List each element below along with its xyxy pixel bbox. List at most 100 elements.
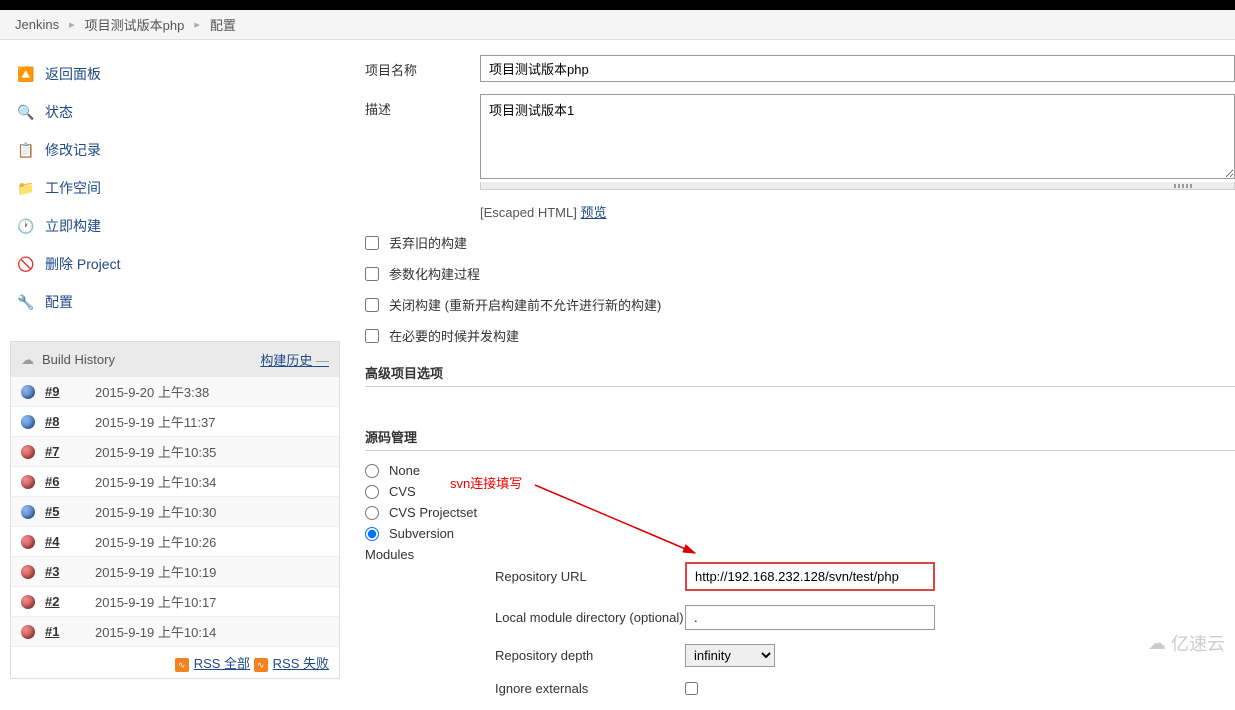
status-ball-icon <box>21 475 35 489</box>
build-history-row[interactable]: #2 2015-9-19 上午10:17 <box>11 587 339 617</box>
build-history-row[interactable]: #6 2015-9-19 上午10:34 <box>11 467 339 497</box>
sidebar-item-label: 修改记录 <box>45 140 101 160</box>
build-date: 2015-9-19 上午10:30 <box>95 502 216 521</box>
build-number[interactable]: #2 <box>45 594 95 609</box>
build-number[interactable]: #5 <box>45 504 95 519</box>
sidebar-item-label: 立即构建 <box>45 216 101 236</box>
sidebar-item-back[interactable]: 🔼 返回面板 <box>10 55 340 93</box>
repo-url-label: Repository URL <box>495 569 685 584</box>
top-bar <box>0 0 1235 10</box>
build-number[interactable]: #8 <box>45 414 95 429</box>
breadcrumb: Jenkins ▸ 项目测试版本php ▸ 配置 <box>0 10 1235 40</box>
scm-radio-cvs[interactable] <box>365 485 379 499</box>
option-checkbox-3[interactable] <box>365 329 379 343</box>
sidebar-item-label: 状态 <box>45 102 73 122</box>
option-checkbox-2[interactable] <box>365 298 379 312</box>
build-history-panel: ☁ Build History 构建历史 — #9 2015-9-20 上午3:… <box>10 341 340 679</box>
sidebar-item-delete[interactable]: 🚫删除 Project <box>10 245 340 283</box>
local-dir-label: Local module directory (optional) <box>495 610 685 625</box>
rss-all-link[interactable]: RSS 全部 <box>194 656 250 671</box>
build-history-row[interactable]: #7 2015-9-19 上午10:35 <box>11 437 339 467</box>
build-number[interactable]: #7 <box>45 444 95 459</box>
scm-radio-label: None <box>389 463 420 478</box>
status-ball-icon <box>21 625 35 639</box>
sidebar-item-label: 返回面板 <box>45 64 101 84</box>
sidebar-item-changes[interactable]: 📋 修改记录 <box>10 131 340 169</box>
rss-icon: ∿ <box>175 658 189 672</box>
sidebar-item-build-now[interactable]: 🕐 立即构建 <box>10 207 340 245</box>
build-date: 2015-9-20 上午3:38 <box>95 382 209 401</box>
status-ball-icon <box>21 535 35 549</box>
build-date: 2015-9-19 上午10:35 <box>95 442 216 461</box>
cloud-icon: ☁ <box>1148 633 1166 654</box>
scm-radio-cvs-projectset[interactable] <box>365 506 379 520</box>
up-arrow-icon: 🔼 <box>15 63 37 85</box>
breadcrumb-jenkins[interactable]: Jenkins <box>15 17 59 32</box>
scm-radio-none[interactable] <box>365 464 379 478</box>
option-checkbox-1[interactable] <box>365 267 379 281</box>
repo-depth-select[interactable]: infinity <box>685 644 775 667</box>
build-history-row[interactable]: #3 2015-9-19 上午10:19 <box>11 557 339 587</box>
sidebar-item-label: 工作空间 <box>45 178 101 198</box>
wrench-icon: 🔧 <box>15 291 37 313</box>
sidebar-item-configure[interactable]: 🔧 配置 <box>10 283 340 321</box>
build-number[interactable]: #9 <box>45 384 95 399</box>
rss-icon: ∿ <box>254 658 268 672</box>
status-ball-icon <box>21 385 35 399</box>
status-ball-icon <box>21 505 35 519</box>
ignore-externals-checkbox[interactable] <box>685 682 698 695</box>
watermark: ☁ 亿速云 <box>1148 630 1225 656</box>
build-date: 2015-9-19 上午10:17 <box>95 592 216 611</box>
status-ball-icon <box>21 595 35 609</box>
sidebar-item-label: 删除 Project <box>45 254 120 274</box>
folder-icon: 📁 <box>15 177 37 199</box>
sidebar-item-workspace[interactable]: 📁 工作空间 <box>10 169 340 207</box>
scm-radio-subversion[interactable] <box>365 527 379 541</box>
build-history-row[interactable]: #4 2015-9-19 上午10:26 <box>11 527 339 557</box>
breadcrumb-project[interactable]: 项目测试版本php <box>85 15 185 34</box>
clipboard-icon: 📋 <box>15 139 37 161</box>
search-icon: 🔍 <box>15 101 37 123</box>
option-label: 参数化构建过程 <box>389 264 480 283</box>
description-label: 描述 <box>365 94 480 190</box>
escaped-html-label: [Escaped HTML] <box>480 205 577 220</box>
project-name-label: 项目名称 <box>365 55 480 82</box>
sidebar: 🔼返回面板 🔍状态 📋修改记录 📁工作空间 🕐立即构建 🚫删除 Project … <box>0 40 350 710</box>
scm-radio-label: CVS <box>389 484 416 499</box>
option-label: 关闭构建 (重新开启构建前不允许进行新的构建) <box>389 295 661 314</box>
breadcrumb-config[interactable]: 配置 <box>210 15 236 34</box>
advanced-section-header: 高级项目选项 <box>365 363 1235 387</box>
sidebar-item-status[interactable]: 🔍 状态 <box>10 93 340 131</box>
build-number[interactable]: #1 <box>45 624 95 639</box>
build-number[interactable]: #3 <box>45 564 95 579</box>
build-history-row[interactable]: #1 2015-9-19 上午10:14 <box>11 617 339 647</box>
main-content: 项目名称 描述 项目测试版本1 [Escaped HTML] 预览 丢弃旧的构建… <box>350 40 1235 710</box>
status-ball-icon <box>21 445 35 459</box>
svn-annotation: svn连接填写 <box>450 473 522 492</box>
build-history-link[interactable]: 构建历史 — <box>260 353 329 368</box>
build-history-row[interactable]: #8 2015-9-19 上午11:37 <box>11 407 339 437</box>
description-textarea[interactable]: 项目测试版本1 <box>480 94 1235 179</box>
repo-url-input[interactable] <box>685 562 935 591</box>
build-history-row[interactable]: #5 2015-9-19 上午10:30 <box>11 497 339 527</box>
preview-link[interactable]: 预览 <box>580 205 606 220</box>
build-history-title: Build History <box>42 352 115 367</box>
ignore-externals-label: Ignore externals <box>495 681 685 696</box>
sidebar-item-label: 配置 <box>45 292 73 312</box>
scm-radio-label: CVS Projectset <box>389 505 477 520</box>
clock-icon: 🕐 <box>15 215 37 237</box>
option-checkbox-0[interactable] <box>365 236 379 250</box>
resize-handle[interactable] <box>480 182 1235 190</box>
repo-depth-label: Repository depth <box>495 648 685 663</box>
option-label: 在必要的时候并发构建 <box>389 326 519 345</box>
build-number[interactable]: #6 <box>45 474 95 489</box>
build-date: 2015-9-19 上午10:34 <box>95 472 216 491</box>
local-dir-input[interactable] <box>685 605 935 630</box>
status-ball-icon <box>21 565 35 579</box>
chevron-right-icon: ▸ <box>69 18 75 31</box>
scm-section-header: 源码管理 <box>365 427 1235 451</box>
build-history-row[interactable]: #9 2015-9-20 上午3:38 <box>11 377 339 407</box>
rss-fail-link[interactable]: RSS 失败 <box>273 656 329 671</box>
build-number[interactable]: #4 <box>45 534 95 549</box>
project-name-input[interactable] <box>480 55 1235 82</box>
